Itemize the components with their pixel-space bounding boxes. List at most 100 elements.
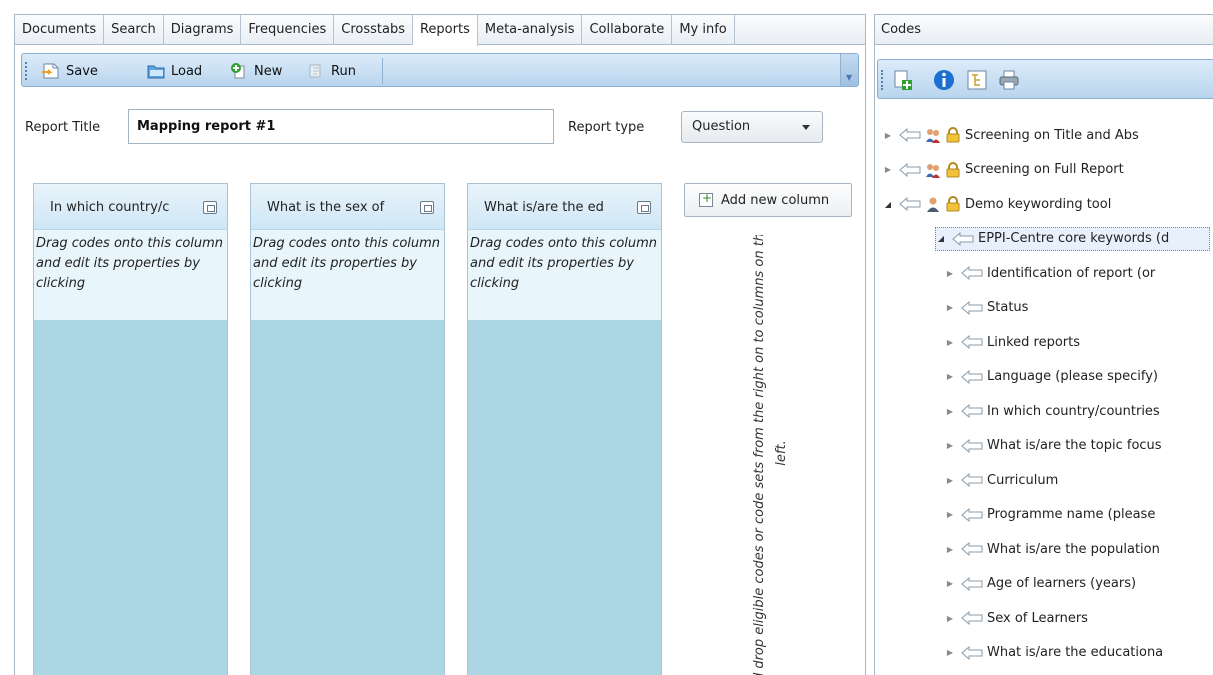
toolbar-overflow-button[interactable]: ▼	[840, 54, 858, 86]
overflow-icon: ▼	[846, 73, 853, 82]
code-tree-item[interactable]: ▶ Screening on Full Report	[883, 158, 1124, 182]
code-tree-item[interactable]: ▶ In which country/countries	[945, 399, 1160, 423]
collapsed-triangle-icon[interactable]: ▶	[945, 544, 955, 554]
run-label: Run	[331, 63, 356, 79]
report-toolbar: Save Load New Run ▼	[21, 53, 859, 87]
drag-arrow-icon	[899, 128, 921, 142]
add-column-button[interactable]: Add new column	[684, 183, 852, 217]
report-column-1[interactable]: In which country/c Drag codes onto this …	[33, 183, 228, 675]
drag-arrow-icon	[961, 438, 983, 453]
load-button[interactable]: Load	[147, 60, 202, 82]
report-column-3[interactable]: What is/are the ed Drag codes onto this …	[467, 183, 662, 675]
column-properties-icon[interactable]	[420, 201, 434, 214]
column-header-label: In which country/c	[50, 200, 170, 215]
collapsed-triangle-icon[interactable]: ▶	[945, 337, 955, 347]
lock-icon	[946, 196, 960, 212]
report-type-label: Report type	[568, 120, 645, 135]
new-button[interactable]: New	[230, 60, 282, 82]
collapsed-triangle-icon[interactable]: ▶	[883, 130, 893, 140]
drag-arrow-icon	[899, 162, 921, 177]
code-tree-item[interactable]: ▶ Programme name (please	[945, 503, 1155, 527]
report-type-select[interactable]: Question	[681, 111, 823, 143]
code-tree-item-label: Linked reports	[987, 334, 1081, 350]
codes-panel-title: Codes	[875, 15, 1213, 45]
tab-crosstabs[interactable]: Crosstabs	[334, 15, 413, 45]
column-properties-icon[interactable]	[203, 201, 217, 214]
info-icon[interactable]	[933, 69, 955, 91]
collapsed-triangle-icon[interactable]: ▶	[945, 406, 955, 416]
report-type-value: Question	[692, 119, 751, 134]
add-code-set-icon[interactable]	[892, 69, 914, 91]
code-tree-item[interactable]: ▶ What is/are the topic focus	[945, 434, 1162, 458]
collapsed-triangle-icon[interactable]: ▶	[945, 441, 955, 451]
main-tabs: Documents Search Diagrams Frequencies Cr…	[15, 15, 865, 46]
tab-meta-analysis[interactable]: Meta-analysis	[478, 15, 583, 45]
code-tree-item-label: What is/are the educationa	[987, 645, 1164, 660]
column-properties-icon[interactable]	[637, 201, 651, 214]
run-button[interactable]: Run	[307, 60, 356, 82]
column-instructions: Drag codes onto this column and edit its…	[34, 230, 227, 320]
collapsed-triangle-icon[interactable]: ▶	[945, 475, 955, 485]
code-tree-item[interactable]: ▶ Sex of Learners	[945, 606, 1088, 630]
column-header[interactable]: What is/are the ed	[468, 184, 661, 230]
lock-icon	[946, 161, 960, 177]
column-header[interactable]: What is the sex of	[251, 184, 444, 230]
tab-documents[interactable]: Documents	[15, 15, 105, 45]
code-tree-item[interactable]: ◢ EPPI-Centre core keywords (d	[935, 226, 1211, 251]
tab-my-info[interactable]: My info	[672, 15, 735, 45]
report-column-2[interactable]: What is the sex of Drag codes onto this …	[250, 183, 445, 675]
chevron-down-icon	[802, 125, 810, 130]
drag-arrow-icon	[961, 507, 983, 522]
report-title-input[interactable]: Mapping report #1	[128, 109, 554, 144]
tab-reports[interactable]: Reports	[412, 15, 478, 46]
code-tree-item[interactable]: ▶ Identification of report (or	[945, 261, 1155, 285]
codes-toolbar	[877, 59, 1213, 99]
collapsed-triangle-icon[interactable]: ▶	[945, 579, 955, 589]
tab-collaborate[interactable]: Collaborate	[582, 15, 673, 45]
tab-diagrams[interactable]: Diagrams	[164, 15, 242, 45]
reports-panel: Documents Search Diagrams Frequencies Cr…	[14, 14, 866, 675]
multi-user-icon	[926, 129, 940, 143]
toolbar-grip[interactable]	[881, 70, 884, 90]
drag-arrow-icon	[961, 300, 983, 315]
code-tree-item-label: Language (please specify)	[987, 369, 1158, 384]
drop-hint-text: d drop eligible codes or code sets from …	[752, 235, 789, 675]
tab-search[interactable]: Search	[104, 15, 164, 45]
code-tree-item[interactable]: ▶ Status	[945, 296, 1029, 320]
code-tree-item[interactable]: ▶ Age of learners (years)	[945, 572, 1136, 596]
code-tree-item[interactable]: ▶ Curriculum	[945, 468, 1058, 492]
collapsed-triangle-icon[interactable]: ▶	[945, 372, 955, 382]
code-tree-item[interactable]: ▶ What is/are the educationa	[945, 641, 1163, 665]
single-user-icon	[927, 197, 939, 212]
collapsed-triangle-icon[interactable]: ▶	[945, 648, 955, 658]
code-tree-item-label: In which country/countries	[987, 403, 1160, 419]
expanded-triangle-icon[interactable]: ◢	[883, 199, 893, 209]
toolbar-grip[interactable]	[25, 62, 28, 80]
collapsed-triangle-icon[interactable]: ▶	[945, 268, 955, 278]
load-label: Load	[171, 63, 203, 79]
code-tree-item[interactable]: ▶ Screening on Title and Abs	[883, 123, 1139, 147]
save-label: Save	[66, 63, 98, 79]
collapsed-triangle-icon[interactable]: ▶	[945, 613, 955, 623]
print-icon[interactable]	[998, 69, 1020, 91]
expanded-triangle-icon[interactable]: ◢	[936, 234, 946, 244]
drag-arrow-icon	[961, 369, 983, 384]
code-tree-item-label: Demo keywording tool	[965, 196, 1112, 212]
tab-frequencies[interactable]: Frequencies	[241, 15, 335, 45]
code-tree-item[interactable]: ▶ Linked reports	[945, 330, 1080, 354]
tree-view-icon[interactable]	[966, 69, 988, 91]
lock-icon	[946, 127, 960, 143]
multi-user-icon	[926, 163, 940, 178]
collapsed-triangle-icon[interactable]: ▶	[945, 303, 955, 313]
code-tree-item-label: Status	[987, 300, 1029, 315]
drag-arrow-icon	[961, 576, 983, 591]
code-tree-item[interactable]: ▶ Language (please specify)	[945, 365, 1158, 389]
collapsed-triangle-icon[interactable]: ▶	[945, 510, 955, 520]
drop-hint-area: d drop eligible codes or code sets from …	[727, 235, 837, 675]
code-tree-item[interactable]: ▶ What is/are the population	[945, 537, 1160, 561]
column-header[interactable]: In which country/c	[34, 184, 227, 230]
collapsed-triangle-icon[interactable]: ▶	[883, 165, 893, 175]
code-tree-item[interactable]: ◢ Demo keywording tool	[883, 192, 1111, 216]
save-button[interactable]: Save	[42, 60, 98, 82]
drag-arrow-icon	[961, 266, 983, 280]
